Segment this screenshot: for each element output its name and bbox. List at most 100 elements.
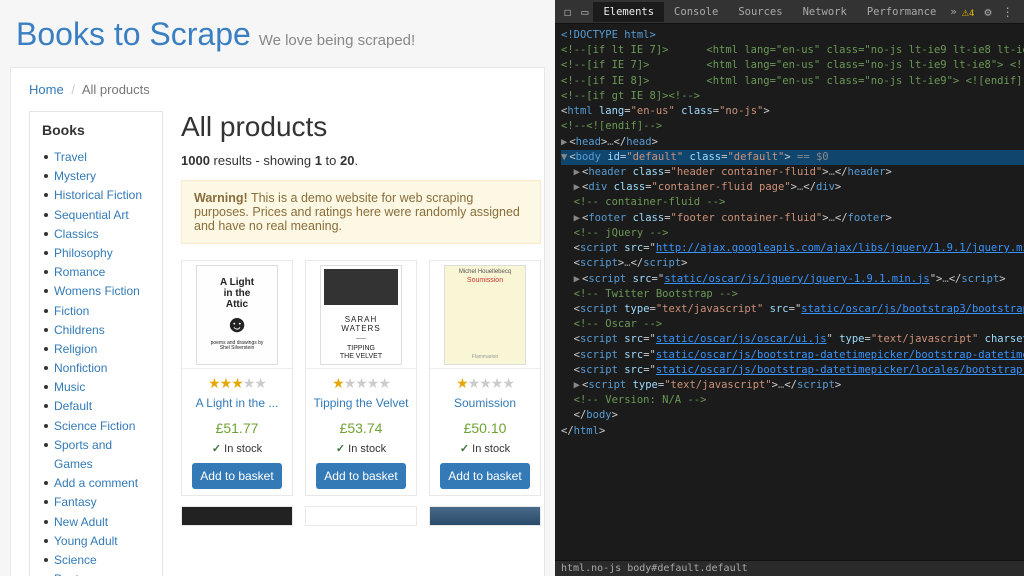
dom-node[interactable]: <!DOCTYPE html> bbox=[561, 28, 1024, 43]
devtools-tab-network[interactable]: Network bbox=[793, 2, 857, 22]
dom-node[interactable]: <!--[if gt IE 8]><!--> bbox=[561, 89, 1024, 104]
product-thumb[interactable]: SARAHWATERS——TIPPINGTHE VELVET bbox=[306, 261, 416, 369]
dom-node[interactable]: <script src="static/oscar/js/bootstrap-d… bbox=[561, 363, 1024, 378]
device-icon[interactable]: ▭ bbox=[581, 5, 588, 19]
product-title-link[interactable]: A Light in the ... bbox=[196, 396, 279, 410]
product-row-2 bbox=[181, 506, 541, 526]
inspect-icon[interactable]: ◻ bbox=[564, 5, 571, 19]
sidebar-category[interactable]: Nonfiction bbox=[54, 359, 150, 378]
sidebar-category[interactable]: Mystery bbox=[54, 167, 150, 186]
sidebar: Books TravelMysteryHistorical FictionSeq… bbox=[29, 111, 163, 576]
dom-node[interactable]: <html lang="en-us" class="no-js"> bbox=[561, 104, 1024, 119]
sidebar-category[interactable]: Classics bbox=[54, 225, 150, 244]
breadcrumb-home[interactable]: Home bbox=[29, 82, 64, 97]
sidebar-category[interactable]: Religion bbox=[54, 340, 150, 359]
dom-node[interactable]: <!-- Twitter Bootstrap --> bbox=[561, 287, 1024, 302]
product-title-link[interactable]: Tipping the Velvet bbox=[314, 396, 409, 410]
product-title-link[interactable]: Soumission bbox=[454, 396, 516, 410]
main-content: All products 1000 results - showing 1 to… bbox=[181, 111, 541, 576]
add-to-basket-button[interactable]: Add to basket bbox=[192, 463, 281, 489]
star-rating: ★★★★★ bbox=[332, 375, 390, 392]
page-title: All products bbox=[181, 111, 541, 143]
results-count: 1000 results - showing 1 to 20. bbox=[181, 153, 541, 168]
sidebar-category[interactable]: Sequential Art bbox=[54, 206, 150, 225]
add-to-basket-button[interactable]: Add to basket bbox=[440, 463, 529, 489]
site-header: Books to Scrape We love being scraped! bbox=[10, 10, 545, 67]
dom-node[interactable]: <script src="http://ajax.googleapis.com/… bbox=[561, 241, 1024, 256]
dom-node[interactable]: <!-- jQuery --> bbox=[561, 226, 1024, 241]
sidebar-category[interactable]: Fiction bbox=[54, 302, 150, 321]
sidebar-category[interactable]: Travel bbox=[54, 148, 150, 167]
sidebar-category[interactable]: Music bbox=[54, 378, 150, 397]
product-price: £53.74 bbox=[340, 420, 383, 436]
product-price: £50.10 bbox=[464, 420, 507, 436]
dom-node[interactable]: <script src="static/oscar/js/bootstrap-d… bbox=[561, 348, 1024, 363]
dom-node[interactable]: <!--[if lt IE 7]> <html lang="en-us" cla… bbox=[561, 43, 1024, 58]
dom-node[interactable]: ▶<div class="container-fluid page">…</di… bbox=[561, 180, 1024, 195]
product-card: Michel HouellebecqSoumissionFlammarion ★★… bbox=[429, 260, 541, 496]
breadcrumb: Home / All products bbox=[29, 82, 526, 97]
sidebar-category[interactable]: Sports and Games bbox=[54, 436, 150, 474]
check-icon: ✓ bbox=[336, 443, 345, 455]
sidebar-category[interactable]: Historical Fiction bbox=[54, 186, 150, 205]
webpage: Books to Scrape We love being scraped! H… bbox=[0, 0, 555, 576]
dom-node[interactable]: <!-- Oscar --> bbox=[561, 317, 1024, 332]
product-card[interactable] bbox=[181, 506, 293, 526]
sidebar-heading: Books bbox=[42, 122, 150, 138]
dom-breadcrumb[interactable]: html.no-js body#default.default bbox=[555, 560, 1024, 576]
sidebar-category[interactable]: Default bbox=[54, 397, 150, 416]
product-card: SARAHWATERS——TIPPINGTHE VELVET ★★★★★ Tippi… bbox=[305, 260, 417, 496]
product-card[interactable] bbox=[429, 506, 541, 526]
dom-node[interactable]: ▼<body id="default" class="default"> == … bbox=[561, 150, 1024, 165]
check-icon: ✓ bbox=[460, 443, 469, 455]
sidebar-category[interactable]: Romance bbox=[54, 263, 150, 282]
sidebar-category[interactable]: Philosophy bbox=[54, 244, 150, 263]
stock-status: ✓ In stock bbox=[212, 442, 262, 455]
sidebar-category[interactable]: Fantasy bbox=[54, 493, 150, 512]
dom-node[interactable]: <script type="text/javascript" src="stat… bbox=[561, 302, 1024, 317]
star-rating: ★★★★★ bbox=[456, 375, 514, 392]
devtools-tab-elements[interactable]: Elements bbox=[593, 2, 664, 22]
product-thumb[interactable]: A Lightin theAttic☻poems and drawings by… bbox=[182, 261, 292, 369]
devtools-tab-console[interactable]: Console bbox=[664, 2, 728, 22]
sidebar-category[interactable]: Womens Fiction bbox=[54, 282, 150, 301]
dom-node[interactable]: ▶<script src="static/oscar/js/jquery/jqu… bbox=[561, 272, 1024, 287]
sidebar-category[interactable]: Science Fiction bbox=[54, 417, 150, 436]
dom-node[interactable]: ▶<head>…</head> bbox=[561, 135, 1024, 150]
dom-node[interactable]: </body> bbox=[561, 408, 1024, 423]
sidebar-category[interactable]: Add a comment bbox=[54, 474, 150, 493]
dom-tree[interactable]: <!DOCTYPE html><!--[if lt IE 7]> <html l… bbox=[555, 24, 1024, 560]
devtools-tabbar: ◻ ▭ ElementsConsoleSourcesNetworkPerform… bbox=[555, 0, 1024, 24]
sidebar-category[interactable]: Childrens bbox=[54, 321, 150, 340]
dom-node[interactable]: <script>…</script> bbox=[561, 256, 1024, 271]
tabs-overflow[interactable]: » bbox=[950, 6, 956, 18]
product-thumb[interactable]: Michel HouellebecqSoumissionFlammarion bbox=[430, 261, 540, 369]
warning-alert: Warning! This is a demo website for web … bbox=[181, 180, 541, 244]
devtools-tab-performance[interactable]: Performance bbox=[857, 2, 947, 22]
sidebar-category[interactable]: Poetry bbox=[54, 570, 150, 576]
brand-link[interactable]: Books to Scrape bbox=[16, 16, 251, 52]
dom-node[interactable]: <!-- container-fluid --> bbox=[561, 195, 1024, 210]
devtools-tab-sources[interactable]: Sources bbox=[728, 2, 792, 22]
sidebar-category[interactable]: Science bbox=[54, 551, 150, 570]
breadcrumb-current: All products bbox=[82, 82, 150, 97]
product-card[interactable] bbox=[305, 506, 417, 526]
add-to-basket-button[interactable]: Add to basket bbox=[316, 463, 405, 489]
dom-node[interactable]: <script src="static/oscar/js/oscar/ui.js… bbox=[561, 332, 1024, 347]
dom-node[interactable]: </html> bbox=[561, 424, 1024, 439]
sidebar-category[interactable]: New Adult bbox=[54, 513, 150, 532]
dom-node[interactable]: <!--<![endif]--> bbox=[561, 119, 1024, 134]
dom-node[interactable]: <!-- Version: N/A --> bbox=[561, 393, 1024, 408]
settings-icon[interactable]: ⚙ bbox=[984, 5, 991, 19]
dom-node[interactable]: <!--[if IE 8]> <html lang="en-us" class=… bbox=[561, 74, 1024, 89]
stock-status: ✓ In stock bbox=[460, 442, 510, 455]
star-rating: ★★★★★ bbox=[208, 375, 266, 392]
dom-node[interactable]: ▶<script type="text/javascript">…</scrip… bbox=[561, 378, 1024, 393]
tagline: We love being scraped! bbox=[259, 32, 415, 49]
warning-badge[interactable]: ⚠4 bbox=[962, 5, 975, 19]
dom-node[interactable]: ▶<header class="header container-fluid">… bbox=[561, 165, 1024, 180]
menu-icon[interactable]: ⋮ bbox=[1002, 5, 1014, 19]
dom-node[interactable]: ▶<footer class="footer container-fluid">… bbox=[561, 211, 1024, 226]
sidebar-category[interactable]: Young Adult bbox=[54, 532, 150, 551]
dom-node[interactable]: <!--[if IE 7]> <html lang="en-us" class=… bbox=[561, 58, 1024, 73]
